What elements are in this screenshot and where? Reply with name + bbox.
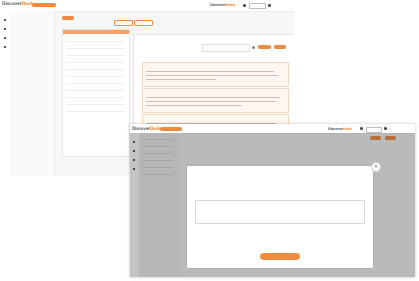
text-line <box>146 71 274 72</box>
front-notification-icon[interactable] <box>360 127 363 130</box>
title-pill-2[interactable] <box>134 20 153 26</box>
nav-document-icon[interactable] <box>4 37 6 39</box>
thread-list-header[interactable] <box>63 30 129 34</box>
front-logo-part-1: Discover <box>132 125 150 131</box>
front-logo-part-2: Deck <box>149 125 161 131</box>
list-item[interactable] <box>66 71 124 77</box>
front-user-account-button[interactable] <box>366 126 382 133</box>
text-line <box>146 75 278 76</box>
list-item[interactable] <box>66 57 124 63</box>
front-brand-logo: DiscoverDeck <box>328 127 352 131</box>
nav-chat-icon[interactable] <box>4 28 6 30</box>
nav-home-icon[interactable] <box>4 19 6 21</box>
user-account-button[interactable] <box>249 3 266 9</box>
brand-part-2: Deck <box>225 3 236 7</box>
search-icon[interactable] <box>252 46 255 49</box>
front-app-logo[interactable]: DiscoverDeck <box>132 126 160 131</box>
chat-action-button-2[interactable] <box>274 45 286 49</box>
title-badge <box>62 16 74 20</box>
title-pill-1[interactable] <box>114 20 133 26</box>
front-header-pill-button[interactable] <box>160 126 182 131</box>
submit-button[interactable] <box>260 253 300 260</box>
nav-settings-icon[interactable] <box>4 46 6 48</box>
brand-part-1: Discover <box>210 3 226 7</box>
text-line <box>146 105 242 106</box>
user-icon[interactable] <box>268 4 271 7</box>
list-item[interactable] <box>66 78 124 84</box>
brand-logo: DiscoverDeck <box>210 3 235 7</box>
text-line <box>146 97 280 98</box>
list-item[interactable] <box>66 43 124 49</box>
front-user-icon[interactable] <box>384 127 387 130</box>
text-line <box>146 79 216 80</box>
answer-card[interactable] <box>142 62 289 87</box>
text-line <box>146 101 276 102</box>
feedback-textarea[interactable] <box>195 200 365 224</box>
feedback-modal <box>187 166 373 268</box>
list-item[interactable] <box>66 36 124 42</box>
close-icon[interactable]: × <box>371 162 381 172</box>
front-brand-part-2: Deck <box>342 126 352 131</box>
answer-card[interactable] <box>142 88 289 113</box>
screenshot-composite: DiscoverDeck DiscoverDeck DiscoverDeck D… <box>0 0 419 281</box>
chat-search-input[interactable] <box>202 44 250 52</box>
list-item[interactable] <box>66 50 124 56</box>
notification-icon[interactable] <box>243 4 246 7</box>
front-brand-part-1: Discover <box>328 126 343 131</box>
chat-action-button-1[interactable] <box>258 45 271 49</box>
list-item[interactable] <box>66 85 124 91</box>
thread-list <box>62 29 130 157</box>
header-pill-button[interactable] <box>32 3 56 7</box>
list-item[interactable] <box>66 99 124 105</box>
list-item[interactable] <box>66 92 124 98</box>
app-logo[interactable]: DiscoverDeck <box>2 2 33 7</box>
list-item[interactable] <box>66 64 124 70</box>
logo-part-1: Discover <box>2 2 22 7</box>
side-panel <box>10 11 55 176</box>
list-item[interactable] <box>66 106 124 112</box>
